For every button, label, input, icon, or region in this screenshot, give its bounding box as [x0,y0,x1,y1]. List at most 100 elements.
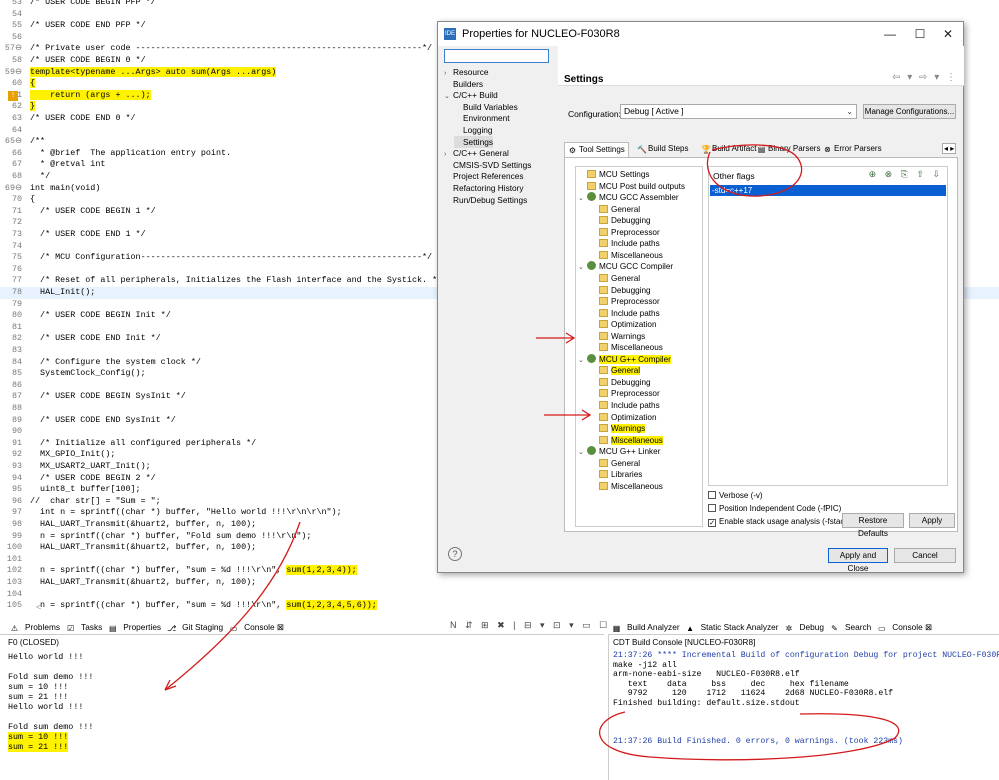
nav-item[interactable]: › C/C++ General [444,147,509,159]
configuration-select[interactable]: Debug [ Active ] ⌄ [620,104,857,119]
view-tab-tasks[interactable]: ☑ Tasks [66,622,102,633]
console-toolbar-icons[interactable]: N ⇵ ⊞ ✖ | ⊟ ▾ ⊡ ▾ ▭ ☐ [450,620,610,631]
tool-tree-item[interactable]: Include paths [590,308,660,320]
history-nav-arrows[interactable]: ⇦ ▾ ⇨ ▾ ⋮ [892,72,958,83]
code-line[interactable]: 53 /* USER CODE BEGIN PFP */ [0,0,999,9]
apply-button[interactable]: Apply [909,513,955,528]
tab-error-parsers[interactable]: ⊗ Error Parsers [820,142,885,156]
close-button[interactable]: ✕ [934,24,962,44]
option-checkbox[interactable]: Verbose (-v) [708,491,763,501]
minimize-button[interactable]: — [876,24,904,44]
code-line[interactable]: 104 [0,589,999,601]
tool-tree-item[interactable]: ⌄ MCU GCC Assembler [578,192,679,204]
tool-tree-item[interactable]: Debugging [590,285,651,297]
nav-item[interactable]: Builders [444,78,483,90]
tool-tree-item[interactable]: Preprocessor [590,227,660,239]
tool-tree-item[interactable]: General [590,204,640,216]
tool-tree-item[interactable]: Include paths [590,238,660,250]
console-line: sum = 10 !!! [8,732,69,742]
manage-configurations-button[interactable]: Manage Configurations... [863,104,956,119]
expand-toggle-icon[interactable]: ⌄ [444,91,453,103]
tool-tree-item[interactable]: Debugging [590,215,651,227]
nav-item[interactable]: ⌄ C/C++ Build [444,89,498,101]
tool-tree-item[interactable]: Warnings [590,423,646,435]
view-tab-search[interactable]: ✎ Search [830,622,871,633]
console-line: sum = 21 !!! [8,692,69,702]
maximize-button[interactable]: ☐ [906,24,934,44]
tool-tree-label: Optimization [611,320,657,330]
expand-toggle-icon[interactable]: ⌄ [578,447,587,459]
code-line[interactable]: 54 [0,9,999,21]
tab-scroll-arrows[interactable]: ◂ ▸ [942,143,957,154]
tool-tree-item[interactable]: Optimization [590,412,657,424]
tool-tree-item[interactable]: General [590,365,641,377]
expand-toggle-icon[interactable]: ⌄ [578,355,587,367]
code-text: /* Private user code -------------------… [30,43,433,54]
code-text: /* USER CODE BEGIN Init */ [30,310,171,321]
build-console[interactable]: CDT Build Console [NUCLEO-F030R8] 21:37:… [608,634,999,780]
tab-binary-parsers[interactable]: ▤ Binary Parsers [754,142,823,156]
tool-tree-item[interactable]: ⌄ MCU G++ Linker [578,446,660,458]
flags-toolbar-icons[interactable]: ⊕ ⊗ ⎘ ⇧ ⇩ [869,169,943,180]
checkbox-box[interactable]: ✓ [708,519,716,527]
nav-item[interactable]: Run/Debug Settings [444,194,527,206]
tool-tree-item[interactable]: Miscellaneous [590,250,663,262]
help-icon[interactable]: ? [448,547,462,561]
code-line[interactable]: 103 HAL_UART_Transmit(&huart2, buffer, n… [0,577,999,589]
tool-tree-item[interactable]: Preprocessor [590,388,660,400]
editor-horizontal-scrollbar[interactable]: < [36,602,596,612]
tab-tool-settings[interactable]: ⚙ Tool Settings [564,142,629,157]
tool-tree-item[interactable]: ⌄ MCU G++ Compiler [578,353,671,367]
cancel-button[interactable]: Cancel [894,548,956,563]
checkbox-box[interactable] [708,491,716,499]
tool-tree-item[interactable]: Miscellaneous [590,481,663,493]
restore-defaults-button[interactable]: Restore Defaults [842,513,904,538]
nav-item[interactable]: Build Variables [454,101,518,113]
tool-tree-item[interactable]: MCU Post build outputs [578,181,685,193]
view-tab-console[interactable]: ▭ Console ⊠ [877,622,932,633]
tool-tree-item[interactable]: General [590,273,640,285]
view-tab-static-stack-analyzer[interactable]: ▲ Static Stack Analyzer [686,622,778,633]
serial-console[interactable]: F0 (CLOSED) Hello world !!! Fold sum demo… [0,634,604,780]
view-tab-git-staging[interactable]: ⎇ Git Staging [167,622,223,633]
tool-tree-item[interactable]: MCU Settings [578,169,650,181]
tool-tree-item[interactable]: Debugging [590,377,651,389]
view-tab-console[interactable]: ▭ Console ⊠ [229,622,284,633]
nav-item[interactable]: Refactoring History [444,182,524,194]
nav-item[interactable]: Settings [454,135,493,148]
settings-folder-icon [599,216,608,225]
tool-tree-item[interactable]: Miscellaneous [590,435,663,447]
tool-tree-item[interactable]: Optimization [590,319,657,331]
tool-tree-item[interactable]: Include paths [590,400,660,412]
tool-tree-item[interactable]: Miscellaneous [590,342,663,354]
nav-item[interactable]: Project References [444,170,524,182]
nav-item[interactable]: › Resource [444,66,489,78]
tab-build-steps[interactable]: 🔨Build Steps [634,142,691,156]
tool-tree-item[interactable]: Preprocessor [590,296,660,308]
line-number: 57⊖ [4,43,22,54]
tab-build-artifact[interactable]: 🏆Build Artifact [698,142,759,156]
view-tab-debug[interactable]: ✲ Debug [785,622,824,633]
option-checkbox[interactable]: Position Independent Code (-fPIC) [708,504,841,514]
nav-item[interactable]: Environment [454,112,510,124]
expand-toggle-icon[interactable]: ⌄ [578,193,587,205]
view-tab-properties[interactable]: ▤ Properties [108,622,161,633]
tool-tree-label: Debugging [611,377,651,387]
apply-and-close-button[interactable]: Apply and Close [828,548,888,573]
tool-tree-item[interactable]: Libraries [590,469,642,481]
tool-tree-item[interactable]: ⌄ MCU GCC Compiler [578,261,673,273]
filter-input[interactable] [444,49,549,63]
nav-item[interactable]: CMSIS-SVD Settings [444,159,531,171]
checkbox-box[interactable] [708,504,716,512]
nav-item[interactable]: Logging [454,124,493,136]
tool-tree-item[interactable]: Warnings [590,331,645,343]
expand-toggle-icon[interactable]: ⌄ [578,262,587,274]
view-tab-problems[interactable]: ⚠ Problems [10,622,60,633]
code-text: HAL_Init(); [30,287,96,297]
tool-tree-item[interactable]: General [590,458,640,470]
view-tab-build-analyzer[interactable]: ▦ Build Analyzer [612,622,680,633]
dialog-titlebar[interactable]: IDE Properties for NUCLEO-F030R8 — ☐ ✕ [438,22,963,46]
warning-marker-icon[interactable]: ! [8,90,18,101]
flag-entry[interactable]: -std=c++17 [710,185,946,196]
line-number: 97 [11,507,22,518]
